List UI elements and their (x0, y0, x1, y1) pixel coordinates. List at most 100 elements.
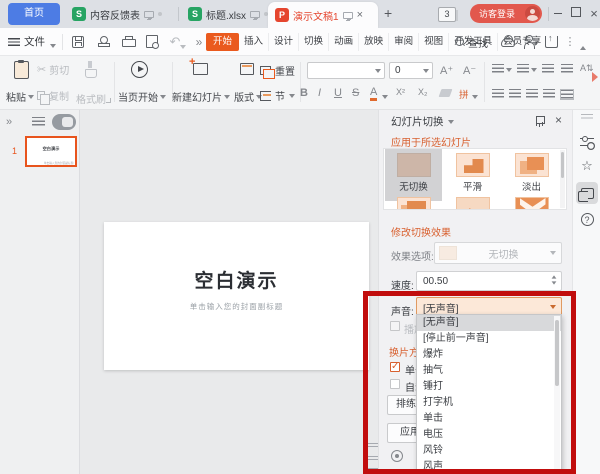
advance-auto-checkbox[interactable] (390, 379, 400, 389)
bullet-list-icon[interactable] (492, 64, 504, 75)
outline-view-icon[interactable] (32, 117, 45, 128)
undo-chevron-icon[interactable] (180, 41, 186, 52)
ribbon-tab-insert[interactable]: 插入 (239, 33, 268, 51)
decrease-indent-icon[interactable] (542, 64, 554, 75)
dropdown-scrollbar[interactable] (554, 316, 560, 473)
transition-shape[interactable]: 形状 (503, 193, 560, 210)
transition-morph[interactable]: 平滑 (444, 149, 501, 193)
help-icon[interactable]: ? (579, 212, 595, 228)
transition-panel-toggle-active[interactable] (576, 182, 598, 204)
distribute-text-icon[interactable] (560, 89, 574, 100)
slide-view-toggle[interactable] (52, 114, 76, 130)
font-color-chevron-icon[interactable] (382, 95, 388, 99)
ribbon-tab-transitions[interactable]: 切换 (298, 33, 328, 51)
superscript-button[interactable]: X² (396, 87, 405, 97)
tab-doc-sheet2[interactable]: S 标题.xlsx (182, 0, 274, 28)
panel-title-menu[interactable]: 幻灯片切换 (391, 114, 454, 129)
bold-button[interactable]: B (300, 87, 308, 99)
tab-doc-sheet1[interactable]: S 内容反馈表 (66, 0, 168, 28)
section-button[interactable]: 节 (260, 88, 295, 103)
sound-option[interactable]: 爆炸 (417, 347, 561, 363)
preview-play-icon[interactable] (391, 450, 403, 462)
print-preview-icon[interactable] (144, 34, 160, 50)
share-icon[interactable] (543, 34, 559, 50)
document-count-badge[interactable]: 3 (438, 7, 456, 22)
underline-button[interactable]: U (334, 87, 342, 99)
gallery-scrollbar[interactable] (560, 150, 565, 208)
play-from-current-button[interactable]: 当页开始 (118, 89, 166, 104)
strikethrough-button[interactable]: S (352, 87, 359, 99)
play-from-current-icon[interactable] (131, 61, 148, 78)
new-slide-button[interactable]: 新建幻灯片 (172, 89, 230, 104)
minimize-button[interactable] (550, 7, 566, 21)
sound-option[interactable]: 风铃 (417, 443, 561, 459)
tab-home[interactable]: 首页 (8, 3, 60, 25)
ribbon-tab-design[interactable]: 设计 (268, 33, 298, 51)
layout-button[interactable]: 版式 (234, 89, 262, 104)
layout-icon[interactable] (240, 60, 254, 75)
save-icon[interactable] (70, 34, 86, 50)
close-tab-icon[interactable]: × (357, 10, 363, 21)
sound-option[interactable]: 打字机 (417, 395, 561, 411)
search-box[interactable]: 查找 (455, 28, 488, 56)
numbered-list-icon[interactable] (517, 64, 529, 75)
export-stamp-icon[interactable] (95, 34, 111, 50)
numbered-list-chevron-icon[interactable] (531, 68, 537, 72)
slide-surface[interactable]: 空白演示 单击输入您的封面副标题 (104, 222, 369, 370)
clear-format-eraser-icon[interactable] (439, 89, 453, 97)
sound-option[interactable]: 单击 (417, 411, 561, 427)
speed-input[interactable]: 00.50 (416, 271, 562, 291)
format-painter-button[interactable]: 格式刷 (76, 91, 106, 106)
sound-option[interactable]: 风声 (417, 459, 561, 474)
ribbon-tab-slideshow[interactable]: 放映 (358, 33, 388, 51)
ribbon-tab-view[interactable]: 视图 (418, 33, 448, 51)
format-painter-icon[interactable] (84, 61, 96, 77)
maximize-button[interactable] (568, 7, 584, 21)
increase-indent-icon[interactable] (561, 64, 573, 75)
new-slide-icon[interactable] (193, 60, 208, 75)
increase-font-icon[interactable]: A⁺ (440, 64, 453, 77)
italic-button[interactable]: I (318, 87, 321, 99)
effect-options-combo[interactable]: 无切换 (434, 242, 562, 264)
subscript-button[interactable]: X₂ (418, 87, 428, 97)
sound-option[interactable]: 电压 (417, 427, 561, 443)
settings-sliders-icon[interactable] (579, 134, 595, 150)
new-tab-button[interactable]: + (384, 5, 392, 21)
advance-on-click-checkbox[interactable] (390, 362, 400, 372)
sound-option[interactable]: 抽气 (417, 363, 561, 379)
collapse-ribbon-icon[interactable] (580, 42, 586, 53)
transition-fade[interactable]: 淡出 (503, 149, 560, 193)
transition-wipe[interactable]: 擦除 (444, 193, 501, 210)
font-color-button[interactable]: A (370, 87, 377, 101)
sound-option[interactable]: [停止前一声音] (417, 331, 561, 347)
font-name-combo[interactable] (307, 62, 385, 79)
pin-panel-icon[interactable] (535, 115, 545, 127)
copy-button[interactable]: 复制 (37, 88, 69, 103)
ribbon-tab-animations[interactable]: 动画 (328, 33, 358, 51)
ribbon-tab-review[interactable]: 审阅 (388, 33, 418, 51)
bullet-list-chevron-icon[interactable] (506, 68, 512, 72)
justify-icon[interactable] (543, 89, 555, 100)
slide-subtitle[interactable]: 单击输入您的封面副标题 (104, 301, 369, 312)
slide-thumbnail[interactable]: 空白演示 单击输入您的封面副标题 (25, 136, 77, 167)
add-user-icon[interactable]: + (522, 34, 538, 50)
paste-button[interactable]: 粘贴 (6, 89, 34, 104)
editing-canvas[interactable]: 空白演示 单击输入您的封面副标题 (80, 110, 378, 474)
print-icon[interactable] (120, 34, 136, 50)
smart-features-star-icon[interactable]: ☆ (579, 158, 595, 174)
hamburger-menu-icon[interactable] (8, 38, 20, 46)
decrease-font-icon[interactable]: A⁻ (463, 64, 476, 77)
loop-sound-checkbox[interactable] (390, 321, 400, 331)
scroll-down-button[interactable] (368, 468, 378, 474)
file-menu-chevron-icon[interactable] (50, 40, 56, 51)
scroll-up-button[interactable] (368, 443, 378, 449)
cloud-sync-icon[interactable] (500, 34, 516, 50)
file-menu[interactable]: 文件 (24, 28, 45, 56)
align-right-icon[interactable] (526, 89, 538, 100)
slide-title[interactable]: 空白演示 (104, 266, 369, 293)
panel-drag-handle[interactable] (581, 114, 593, 119)
close-window-button[interactable] (586, 7, 600, 21)
sound-option[interactable]: 锤打 (417, 379, 561, 395)
transition-cut[interactable]: 切出 (385, 193, 442, 210)
font-size-combo[interactable]: 0 (389, 62, 433, 79)
